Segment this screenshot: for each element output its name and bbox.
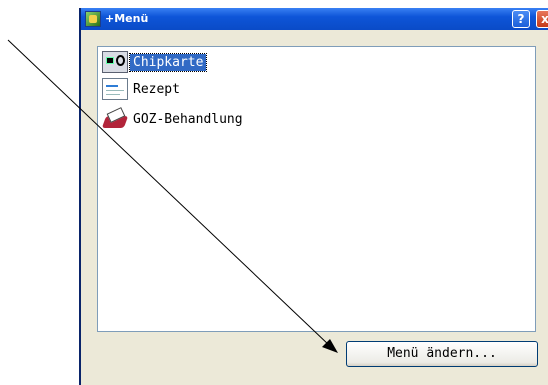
arrow-line: [7, 39, 331, 347]
annotation-arrow: [7, 39, 338, 353]
